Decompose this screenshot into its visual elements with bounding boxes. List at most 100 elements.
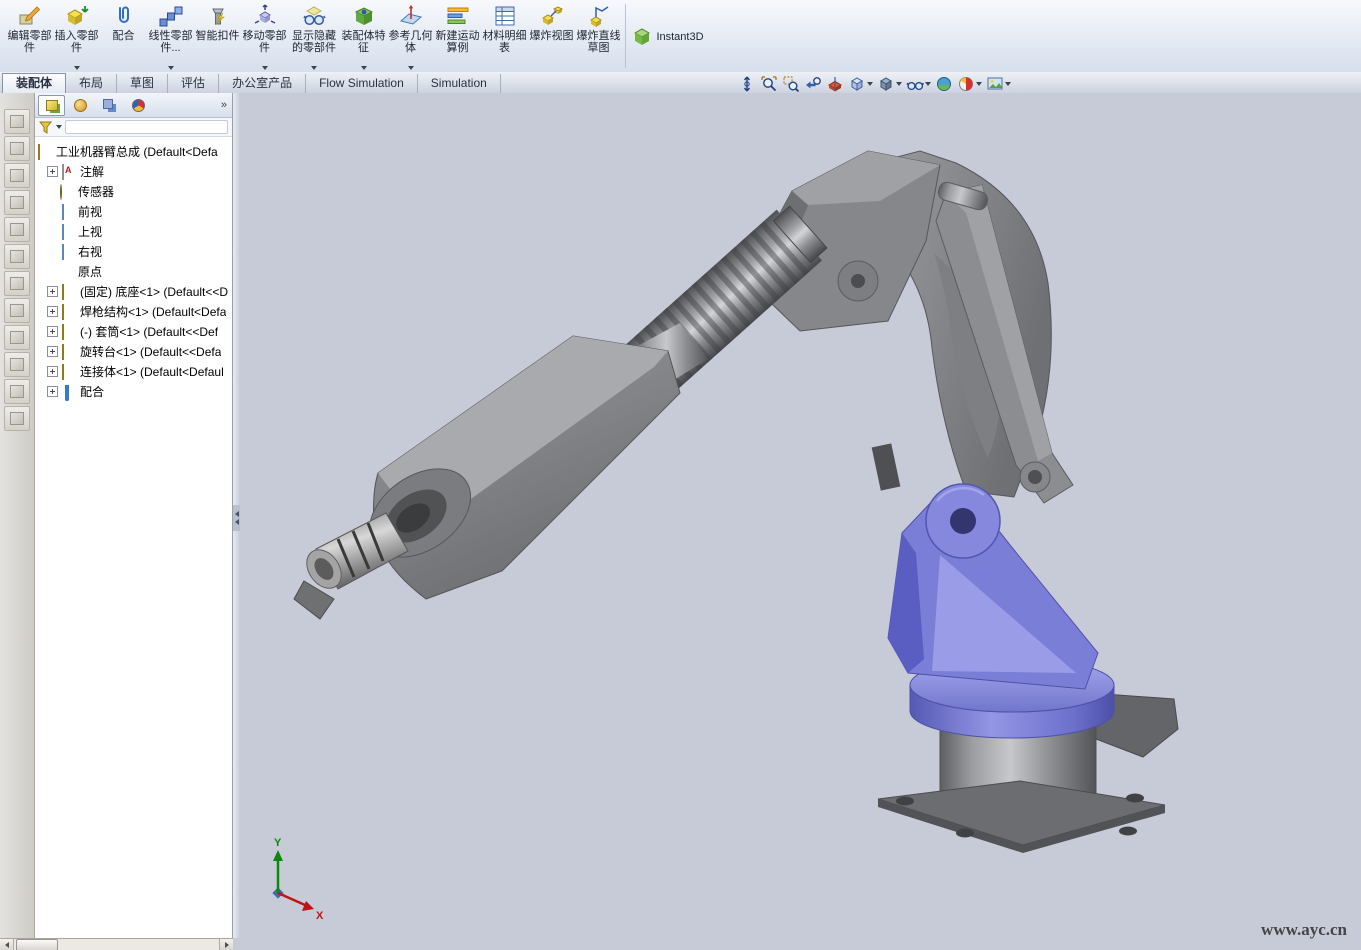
scroll-left-arrow[interactable] xyxy=(0,939,14,950)
ribbon-button-reference-geometry[interactable]: 参考几何体 xyxy=(387,0,434,72)
expander-icon[interactable] xyxy=(47,386,58,397)
tree-item-sensors[interactable]: 传感器 xyxy=(35,181,232,201)
dropdown-arrow-icon[interactable] xyxy=(56,125,62,129)
tree-item-front-plane[interactable]: 前视 xyxy=(35,201,232,221)
dropdown-arrow-icon[interactable] xyxy=(925,82,931,86)
left-toolbar-button[interactable] xyxy=(4,298,30,323)
tree-root-item[interactable]: 工业机器臂总成 (Default<Defa xyxy=(35,141,232,161)
display-style-icon[interactable] xyxy=(876,75,903,93)
view-orientation-icon[interactable] xyxy=(847,75,874,93)
expander-icon[interactable] xyxy=(47,286,58,297)
left-toolbar-button[interactable] xyxy=(4,244,30,269)
dropdown-arrow-icon[interactable] xyxy=(311,66,317,70)
ribbon-button-bom[interactable]: 材料明细表 xyxy=(481,0,528,72)
base-plate[interactable] xyxy=(878,781,1165,853)
left-toolbar-button[interactable] xyxy=(4,379,30,404)
left-toolbar-button[interactable] xyxy=(4,406,30,431)
tree-item-component-sleeve[interactable]: (-) 套筒<1> (Default<<Def xyxy=(35,321,232,341)
zoom-area-icon[interactable] xyxy=(781,75,801,93)
tab-office-products[interactable]: 办公室产品 xyxy=(219,74,306,93)
ribbon-button-insert-component[interactable]: 插入零部件 xyxy=(53,0,100,72)
solidworks-window: 编辑零部件 插入零部件 配合 线性零部件... 智能扣件 移动零部件 xyxy=(0,0,1361,950)
dropdown-arrow-icon[interactable] xyxy=(896,82,902,86)
appearances-tab[interactable] xyxy=(125,95,152,116)
left-toolbar-button[interactable] xyxy=(4,352,30,377)
ribbon-button-explode-line-sketch[interactable]: 爆炸直线草图 xyxy=(575,0,622,72)
scrollbar-thumb[interactable] xyxy=(16,939,58,950)
tool-gripper[interactable] xyxy=(294,513,408,619)
tab-sketch[interactable]: 草图 xyxy=(117,74,168,93)
property-manager-tab[interactable] xyxy=(67,95,94,116)
expander-icon[interactable] xyxy=(47,326,58,337)
robot-arm-model[interactable]: Y X xyxy=(240,93,1361,950)
rotary-bracket[interactable] xyxy=(888,484,1098,689)
left-toolbar-button[interactable] xyxy=(4,136,30,161)
dropdown-arrow-icon[interactable] xyxy=(74,66,80,70)
filter-funnel-icon[interactable] xyxy=(39,121,53,134)
dropdown-arrow-icon[interactable] xyxy=(976,82,982,86)
ribbon-button-instant3d[interactable]: Instant3D xyxy=(629,0,707,72)
edit-appearance-icon[interactable] xyxy=(934,75,954,93)
ribbon-button-edit-component[interactable]: 编辑零部件 xyxy=(6,0,53,72)
ribbon-button-mate[interactable]: 配合 xyxy=(100,0,147,72)
forearm[interactable] xyxy=(353,323,708,599)
dropdown-arrow-icon[interactable] xyxy=(361,66,367,70)
expander-icon[interactable] xyxy=(47,306,58,317)
component-icon xyxy=(62,344,64,360)
horizontal-scrollbar[interactable] xyxy=(0,938,233,950)
hide-show-items-icon[interactable] xyxy=(905,75,932,93)
dropdown-arrow-icon[interactable] xyxy=(168,66,174,70)
ribbon-button-show-hidden[interactable]: 显示隐藏的零部件 xyxy=(288,0,340,72)
tree-item-right-plane[interactable]: 右视 xyxy=(35,241,232,261)
zoom-fit-icon[interactable] xyxy=(759,75,779,93)
tab-layout[interactable]: 布局 xyxy=(66,74,117,93)
tree-item-origin[interactable]: 原点 xyxy=(35,261,232,281)
splitter-collapse-handle[interactable] xyxy=(233,505,240,531)
ribbon-button-smart-fasteners[interactable]: 智能扣件 xyxy=(194,0,241,72)
tree-item-top-plane[interactable]: 上视 xyxy=(35,221,232,241)
filter-input[interactable] xyxy=(65,120,228,134)
tree-item-annotations[interactable]: 注解 xyxy=(35,161,232,181)
left-toolbar-button[interactable] xyxy=(4,217,30,242)
view-settings-icon[interactable] xyxy=(985,75,1012,93)
ribbon-button-exploded-view[interactable]: 爆炸视图 xyxy=(528,0,575,72)
left-toolbar-button[interactable] xyxy=(4,163,30,188)
ribbon-button-motion-study[interactable]: 新建运动算例 xyxy=(434,0,481,72)
dropdown-arrow-icon[interactable] xyxy=(408,66,414,70)
tree-item-component-base[interactable]: (固定) 底座<1> (Default<<D xyxy=(35,281,232,301)
left-toolbar-button[interactable] xyxy=(4,109,30,134)
tree-item-component-connector[interactable]: 连接体<1> (Default<Defaul xyxy=(35,361,232,381)
ribbon-button-assembly-features[interactable]: 装配体特征 xyxy=(340,0,387,72)
ribbon-button-linear-pattern[interactable]: 线性零部件... xyxy=(147,0,194,72)
tab-assembly[interactable]: 装配体 xyxy=(2,73,66,93)
pan-3d-icon[interactable] xyxy=(737,75,757,93)
tab-simulation[interactable]: Simulation xyxy=(418,74,501,93)
tree-item-component-weld-gun[interactable]: 焊枪结构<1> (Default<Defa xyxy=(35,301,232,321)
previous-view-icon[interactable] xyxy=(803,75,823,93)
feature-manager-tab[interactable] xyxy=(38,95,65,116)
section-view-icon[interactable] xyxy=(825,75,845,93)
ribbon-button-move-component[interactable]: 移动零部件 xyxy=(241,0,288,72)
tree-item-component-rotary-table[interactable]: 旋转台<1> (Default<<Defa xyxy=(35,341,232,361)
reference-geometry-icon xyxy=(399,3,423,29)
apply-scene-icon[interactable] xyxy=(956,75,983,93)
left-toolbar-button[interactable] xyxy=(4,190,30,215)
left-toolbar-button[interactable] xyxy=(4,325,30,350)
configuration-manager-tab[interactable] xyxy=(96,95,123,116)
expander-icon[interactable] xyxy=(47,166,58,177)
tab-evaluate[interactable]: 评估 xyxy=(168,74,219,93)
panel-overflow-chevron-icon[interactable]: » xyxy=(221,99,229,111)
ribbon-button-label: 显示隐藏的零部件 xyxy=(288,30,340,54)
dropdown-arrow-icon[interactable] xyxy=(1005,82,1011,86)
graphics-area[interactable]: Y X www.ayc.cn xyxy=(240,93,1361,950)
scroll-right-arrow[interactable] xyxy=(219,939,233,950)
expander-icon[interactable] xyxy=(47,366,58,377)
tree-item-mates[interactable]: 配合 xyxy=(35,381,232,401)
ribbon-button-label: 编辑零部件 xyxy=(6,30,53,54)
tab-flow-simulation[interactable]: Flow Simulation xyxy=(306,74,418,93)
expander-icon[interactable] xyxy=(47,346,58,357)
plane-icon xyxy=(62,204,64,220)
left-toolbar-button[interactable] xyxy=(4,271,30,296)
dropdown-arrow-icon[interactable] xyxy=(867,82,873,86)
dropdown-arrow-icon[interactable] xyxy=(262,66,268,70)
